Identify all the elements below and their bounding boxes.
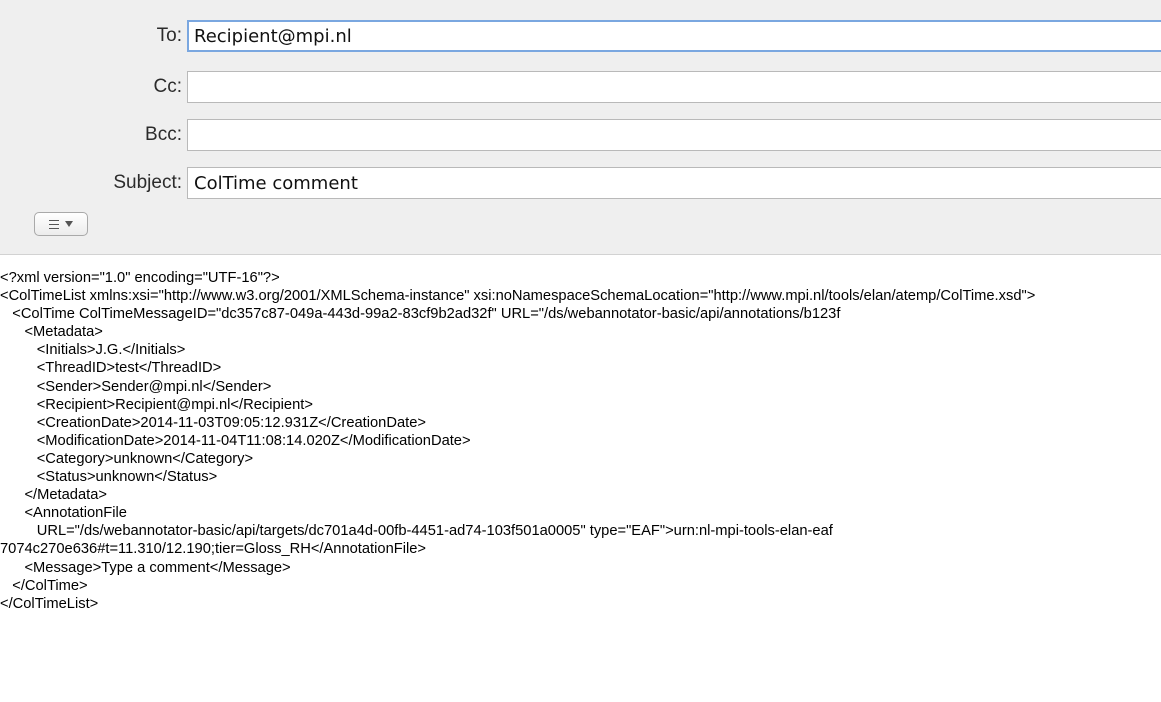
subject-row: Subject: (0, 167, 1161, 199)
body-line: <ThreadID>test</ThreadID> (0, 360, 222, 377)
body-line: </ColTime> (0, 577, 88, 594)
body-line: URL="/ds/webannotator-basic/api/targets/… (0, 523, 833, 540)
body-line: <?xml version="1.0" encoding="UTF-16"?> (0, 270, 280, 286)
subject-label: Subject: (113, 172, 182, 193)
body-line: <ModificationDate>2014-11-04T11:08:14.02… (0, 432, 471, 449)
body-line: <ColTime ColTimeMessageID="dc357c87-049a… (0, 306, 841, 323)
mail-header: To: Cc: Bcc: Subject: (0, 0, 1161, 255)
bcc-field[interactable] (187, 119, 1161, 151)
body-line: <Message>Type a comment</Message> (0, 559, 291, 576)
body-line: <CreationDate>2014-11-03T09:05:12.931Z</… (0, 414, 426, 431)
body-line: <Metadata> (0, 324, 103, 341)
bcc-row: Bcc: (0, 119, 1161, 151)
to-label: To: (156, 25, 182, 46)
cc-row: Cc: (0, 71, 1161, 103)
cc-label: Cc: (153, 76, 183, 97)
body-line: <ColTimeList xmlns:xsi="http://www.w3.or… (0, 288, 1036, 305)
chevron-down-icon (65, 221, 73, 227)
body-line: <Category>unknown</Category> (0, 450, 254, 467)
message-body[interactable]: <?xml version="1.0" encoding="UTF-16"?> … (0, 269, 1161, 702)
body-line: <Recipient>Recipient@mpi.nl</Recipient> (0, 396, 313, 413)
cc-field[interactable] (187, 71, 1161, 103)
body-line: </ColTimeList> (0, 595, 99, 612)
subject-field[interactable] (187, 167, 1161, 199)
body-line: </Metadata> (0, 487, 107, 504)
to-row: To: (0, 20, 1161, 52)
format-menu-button[interactable] (34, 212, 88, 236)
body-line: <Status>unknown</Status> (0, 469, 218, 486)
body-line: <Initials>J.G.</Initials> (0, 342, 186, 359)
bcc-label: Bcc: (145, 124, 182, 145)
list-format-icon (49, 219, 59, 229)
body-line: <AnnotationFile (0, 505, 127, 522)
to-field[interactable] (187, 20, 1161, 52)
body-line: 7074c270e636#t=11.310/12.190;tier=Gloss_… (0, 541, 426, 558)
body-line: <Sender>Sender@mpi.nl</Sender> (0, 378, 272, 395)
